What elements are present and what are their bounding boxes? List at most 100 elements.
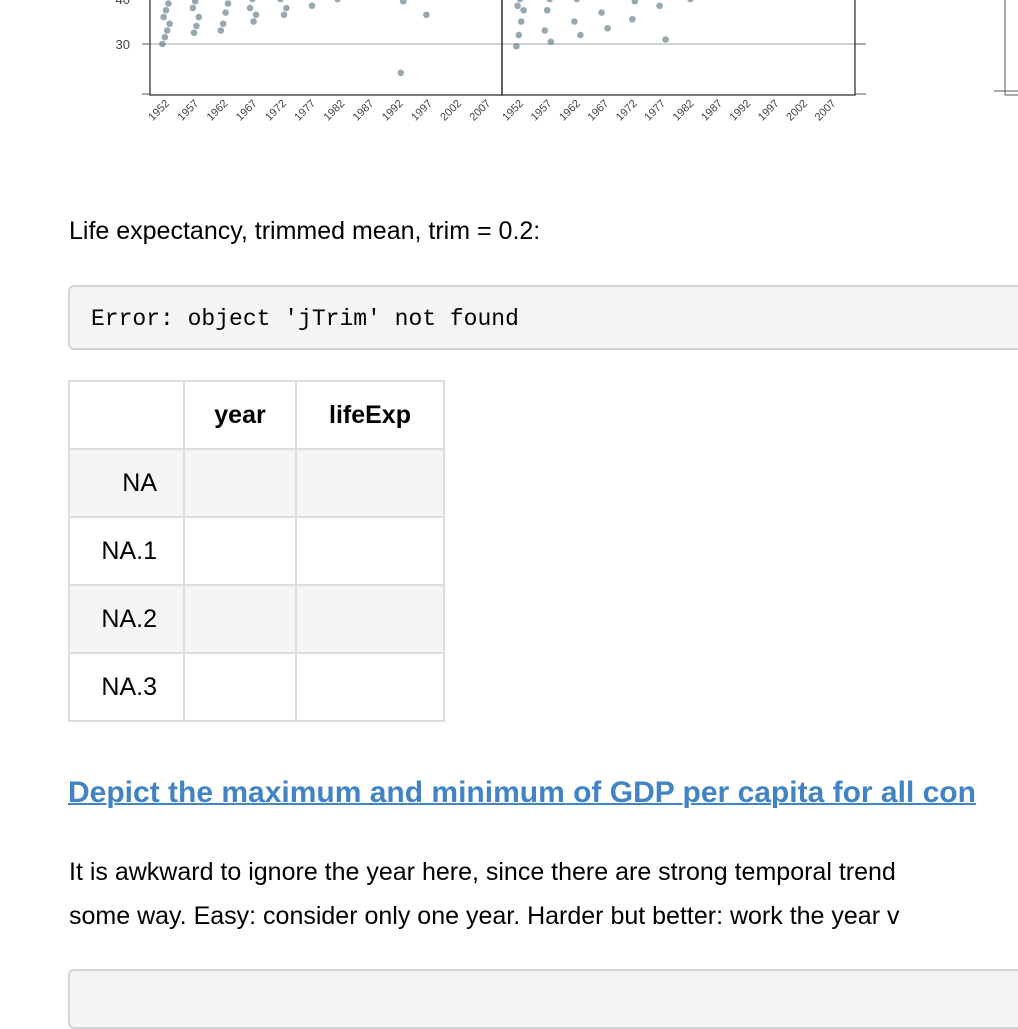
x-tick-label: 1962	[557, 98, 583, 124]
data-point	[514, 2, 521, 9]
data-point	[604, 25, 611, 32]
panel-border	[502, 0, 855, 95]
paragraph-line: It is awkward to ignore the year here, s…	[69, 858, 896, 887]
data-point	[163, 7, 170, 14]
data-point	[166, 20, 173, 27]
x-tick-label: 1992	[728, 98, 754, 124]
data-point	[546, 0, 553, 2]
data-point	[283, 5, 290, 12]
table-row: NA.3	[69, 653, 444, 721]
data-point	[334, 0, 341, 2]
cell-lifeexp	[296, 449, 444, 517]
data-point	[400, 0, 407, 5]
cell-year	[184, 449, 296, 517]
x-tick-label: 1957	[529, 98, 555, 124]
x-tick-label: 1977	[642, 98, 668, 124]
y-tick-label: 40	[116, 0, 130, 7]
table-header-row: year lifeExp	[69, 381, 444, 449]
x-tick-label: 2002	[438, 98, 464, 124]
data-point	[160, 14, 167, 21]
data-point	[250, 18, 257, 25]
data-point	[196, 14, 203, 21]
data-point	[544, 7, 551, 14]
x-tick-label: 1967	[586, 98, 612, 124]
x-tick-label: 1982	[671, 98, 697, 124]
x-tick-label: 1972	[263, 98, 289, 124]
data-point	[190, 5, 197, 12]
data-point	[629, 16, 636, 23]
x-tick-label: 1952	[500, 98, 526, 124]
code-block	[68, 969, 1018, 1029]
data-point	[159, 41, 166, 48]
error-output-block: Error: object 'jTrim' not found	[68, 285, 1018, 350]
data-point	[398, 70, 405, 77]
x-tick-label: 1952	[146, 98, 172, 124]
section-heading-link[interactable]: Depict the maximum and minimum of GDP pe…	[68, 776, 976, 810]
cell-year	[184, 653, 296, 721]
data-point	[247, 5, 254, 12]
x-tick-label: 1967	[234, 98, 260, 124]
data-point	[281, 11, 288, 18]
data-point	[165, 0, 172, 7]
header-rowname	[69, 381, 184, 449]
error-message: Error: object 'jTrim' not found	[91, 306, 519, 332]
x-tick-label: 1997	[756, 98, 782, 124]
y-tick-label: 30	[116, 37, 130, 52]
data-point	[656, 2, 663, 9]
data-point	[632, 0, 639, 5]
data-point	[249, 0, 256, 2]
caption-text: Life expectancy, trimmed mean, trim = 0.…	[69, 217, 540, 246]
cell-year	[184, 517, 296, 585]
cell-year	[184, 585, 296, 653]
header-lifeexp: lifeExp	[296, 381, 444, 449]
data-point	[520, 7, 527, 14]
data-point	[193, 23, 200, 30]
x-tick-label: 1972	[614, 98, 640, 124]
data-point	[542, 27, 549, 34]
x-tick-label: 1957	[176, 98, 202, 124]
data-point	[513, 43, 520, 50]
row-name: NA	[69, 449, 184, 517]
header-year: year	[184, 381, 296, 449]
paragraph-line: some way. Easy: consider only one year. …	[69, 902, 899, 931]
data-point	[423, 11, 430, 18]
x-tick-label: 1997	[409, 98, 435, 124]
panel-border	[150, 0, 502, 95]
data-point	[577, 32, 584, 39]
x-tick-label: 2002	[784, 98, 810, 124]
data-point	[277, 0, 284, 2]
cell-lifeexp	[296, 653, 444, 721]
data-point	[518, 18, 525, 25]
data-point	[253, 11, 260, 18]
data-point	[517, 0, 524, 2]
x-tick-label: 1987	[351, 98, 377, 124]
row-name: NA.1	[69, 517, 184, 585]
data-point	[309, 2, 316, 9]
cell-lifeexp	[296, 517, 444, 585]
x-tick-label: 1987	[699, 98, 725, 124]
data-point	[164, 27, 171, 34]
row-name: NA.3	[69, 653, 184, 721]
data-point	[191, 29, 198, 36]
data-point	[571, 18, 578, 25]
data-point	[516, 32, 523, 39]
x-tick-label: 1977	[292, 98, 318, 124]
data-point	[162, 34, 169, 41]
data-point	[598, 9, 605, 16]
data-point	[225, 0, 232, 7]
data-point	[662, 36, 669, 43]
data-point	[192, 0, 199, 5]
life-expectancy-scatter-plot: 3040195219571962196719721977198219871992…	[0, 0, 1018, 150]
data-point	[222, 9, 229, 16]
row-name: NA.2	[69, 585, 184, 653]
table-row: NA.2	[69, 585, 444, 653]
results-table: year lifeExp NA NA.1 NA.2 NA.3	[68, 380, 445, 722]
table-row: NA.1	[69, 517, 444, 585]
data-point	[687, 0, 694, 2]
table-row: NA	[69, 449, 444, 517]
x-tick-label: 1962	[205, 98, 231, 124]
x-tick-label: 2007	[468, 98, 494, 124]
cell-lifeexp	[296, 585, 444, 653]
data-point	[220, 20, 227, 27]
x-tick-label: 1982	[322, 98, 348, 124]
